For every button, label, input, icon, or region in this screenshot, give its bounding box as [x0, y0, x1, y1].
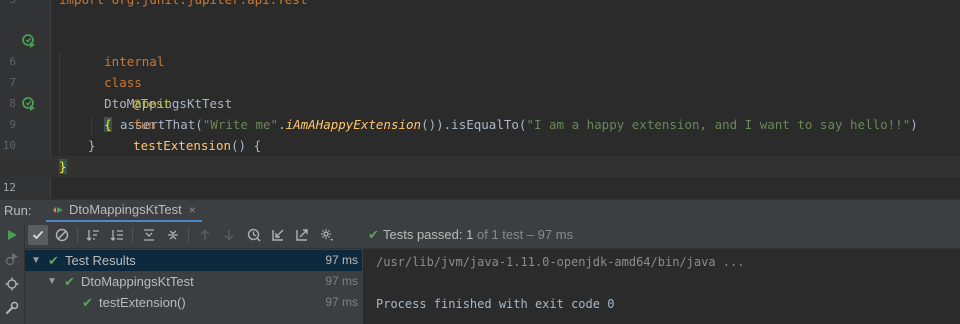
tests-status: Tests passed: 1 of 1 test – 97 ms — [383, 222, 573, 248]
run-side-toolbar — [0, 222, 25, 324]
wrench-icon — [5, 301, 19, 315]
chevron-down-icon[interactable]: ▼ — [47, 271, 57, 292]
passed-check-icon: ✔ — [48, 253, 59, 268]
test-settings-button[interactable] — [317, 225, 337, 245]
code-line[interactable]: 10 assertThat("Write me".iAmAHappyExtens… — [0, 114, 960, 152]
sort-duration-icon — [110, 230, 123, 241]
rerun-button[interactable] — [3, 226, 21, 244]
gear-icon — [321, 229, 333, 241]
code-line[interactable]: 9 fun testExtension() { — [0, 93, 960, 153]
auto-test-icon — [5, 277, 19, 291]
export-tests-button[interactable] — [292, 225, 312, 245]
clock-icon — [247, 228, 261, 242]
console-command-line[interactable]: /usr/lib/jvm/java-1.11.0-openjdk-amd64/b… — [376, 255, 744, 269]
tree-row-label: Test Results — [65, 253, 136, 268]
run-tab-label: DtoMappingsKtTest — [69, 202, 182, 217]
tree-row-label: testExtension() — [99, 295, 186, 310]
test-history-button[interactable] — [244, 225, 264, 245]
test-duration: 97 ms — [325, 274, 358, 288]
toolbar-separator — [188, 227, 189, 243]
test-duration: 97 ms — [325, 295, 358, 309]
expand-all-button[interactable] — [139, 225, 159, 245]
import-tests-button[interactable] — [268, 225, 288, 245]
run-header: Run: DtoMappingsKtTest × — [0, 199, 960, 222]
expand-all-icon — [144, 229, 154, 241]
show-ignored-button[interactable] — [52, 225, 72, 245]
assert-call: assertThat( — [120, 117, 203, 132]
toggle-auto-test-button[interactable] — [3, 275, 21, 293]
import-icon — [272, 229, 284, 241]
run-config-icon — [53, 207, 63, 213]
line-number: 5 — [0, 0, 16, 10]
code-line[interactable]: 7 — [0, 51, 960, 89]
class-close-brace: } — [59, 159, 67, 174]
run-tool-window: Run: DtoMappingsKtTest × ▼ ✔ Test Result… — [0, 199, 960, 324]
toolbar-separator — [132, 227, 133, 243]
tree-row-test-method[interactable]: ✔ testExtension() 97 ms — [25, 292, 362, 313]
code-line[interactable]: 6 internal class DtoMappingsKtTest { — [0, 30, 960, 132]
run-test-gutter-icon[interactable] — [22, 97, 36, 111]
tests-passed-label: Tests passed: — [383, 227, 463, 242]
sort-alphabetically-button[interactable] — [83, 225, 103, 245]
code-line[interactable]: 5 import org.junit.jupiter.api.Test — [0, 0, 960, 10]
test-toolbar — [25, 222, 362, 249]
dot-operator: . — [278, 117, 286, 132]
next-failed-button[interactable] — [219, 225, 239, 245]
code-line-current[interactable]: 12 } — [0, 156, 960, 194]
passed-check-icon: ✔ — [82, 295, 93, 310]
run-config-tab[interactable]: DtoMappingsKtTest × — [46, 200, 202, 222]
passed-check-icon: ✔ — [64, 274, 75, 289]
code-editor[interactable]: 5 import org.junit.jupiter.api.Test 6 in… — [0, 0, 960, 199]
test-duration: 97 ms — [325, 253, 358, 267]
settings-button[interactable] — [3, 299, 21, 317]
arrow-down-icon — [224, 230, 234, 241]
collapse-all-button[interactable] — [163, 225, 183, 245]
sort-by-duration-button[interactable] — [107, 225, 127, 245]
collapse-all-icon — [168, 230, 178, 240]
tests-passed-count: 1 — [466, 227, 474, 242]
import-statement: import org.junit.jupiter.api.Test — [59, 0, 307, 10]
close-paren: ) — [910, 117, 918, 132]
string-literal: "I am a happy extension, and I want to s… — [526, 117, 911, 132]
function-close-brace: } — [88, 138, 96, 153]
export-icon — [296, 229, 308, 241]
test-results-pane: ▼ ✔ Test Results 97 ms ▼ ✔ DtoMappingsKt… — [25, 222, 362, 324]
tree-row-test-class[interactable]: ▼ ✔ DtoMappingsKtTest 97 ms — [25, 271, 362, 292]
string-literal: "Write me" — [202, 117, 279, 132]
run-test-gutter-icon[interactable] — [22, 34, 36, 48]
rerun-failed-button[interactable] — [3, 250, 21, 268]
play-icon — [8, 230, 17, 240]
test-status-bar: ✔ Tests passed: 1 of 1 test – 97 ms — [363, 222, 960, 249]
is-equal-to-call: ()).isEqualTo( — [421, 117, 527, 132]
toolbar-separator — [77, 227, 78, 243]
ignored-icon — [55, 228, 69, 242]
line-number: 12 — [2, 181, 16, 194]
extension-call: iAmAHappyExtension — [285, 117, 422, 132]
rerun-failed-icon — [5, 253, 18, 266]
code-line[interactable]: 11 } — [0, 135, 960, 173]
console-exit-line: Process finished with exit code 0 — [376, 297, 615, 311]
close-tab-icon[interactable]: × — [189, 199, 196, 221]
arrow-up-icon — [200, 229, 210, 240]
tree-row-label: DtoMappingsKtTest — [81, 274, 194, 289]
run-body: ▼ ✔ Test Results 97 ms ▼ ✔ DtoMappingsKt… — [0, 222, 960, 324]
tests-passed-detail: of 1 test – 97 ms — [476, 227, 574, 242]
tree-row-test-results[interactable]: ▼ ✔ Test Results 97 ms — [25, 250, 362, 271]
sort-alpha-icon — [86, 230, 99, 241]
run-label: Run: — [4, 203, 32, 218]
previous-failed-button[interactable] — [195, 225, 215, 245]
check-icon — [32, 230, 44, 240]
console-pane[interactable]: ✔ Tests passed: 1 of 1 test – 97 ms /usr… — [363, 222, 960, 324]
show-passed-button[interactable] — [28, 225, 48, 245]
chevron-down-icon[interactable]: ▼ — [31, 250, 41, 271]
code-line[interactable]: 8 @Test — [0, 72, 960, 111]
passed-check-icon: ✔ — [368, 227, 379, 242]
